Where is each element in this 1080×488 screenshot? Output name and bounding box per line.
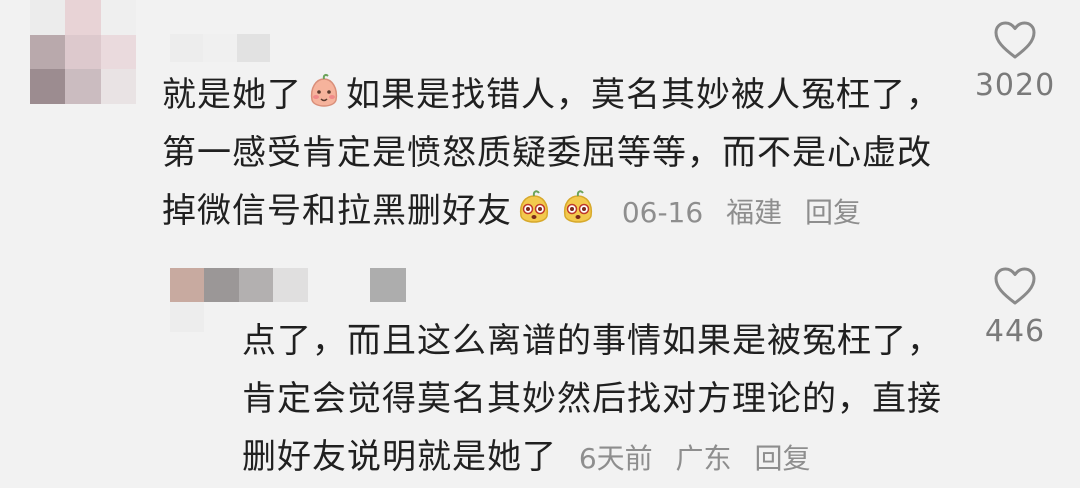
avatar[interactable] [170, 268, 206, 302]
comment-meta: 6天前 广东 回复 [579, 442, 825, 475]
reply-button[interactable]: 回复 [754, 442, 810, 475]
comment-line: 第一感受肯定是愤怒质疑委屈等等，而不是心虚改 [162, 133, 932, 173]
like-group: 3020 [960, 20, 1070, 103]
reply-button[interactable]: 回复 [805, 196, 861, 229]
username[interactable] [204, 268, 308, 302]
heart-icon[interactable] [993, 20, 1037, 60]
comment-location: 福建 [726, 196, 783, 229]
comment-line: 删好友说明就是她了 6天前 广东 回复 [242, 428, 962, 488]
blush-face-emoji [310, 74, 338, 107]
heart-icon[interactable] [993, 266, 1037, 306]
comment-date: 6天前 [578, 442, 653, 475]
comment-text: 点了，而且这么离谱的事情如果是被冤枉了， 肯定会觉得莫名其妙然后找对方理论的，直… [242, 312, 962, 488]
avatar-extra [170, 302, 204, 332]
shocked-face-emoji [519, 190, 549, 223]
like-count: 446 [984, 314, 1046, 349]
shocked-face-emoji [563, 190, 593, 223]
avatar[interactable] [30, 0, 136, 104]
username[interactable] [170, 34, 270, 62]
comment-line: 就是她了 如果是找错人，莫名其妙被人冤枉了， [162, 66, 952, 124]
comment-line: 肯定会觉得莫名其妙然后找对方理论的，直接 [242, 379, 942, 419]
comment-line: 掉微信号和拉黑删好友 06-16 福建 回复 [162, 182, 952, 242]
comment-text: 就是她了 如果是找错人，莫名其妙被人冤枉了， 第一感受肯定是愤怒质疑委屈等等，而… [162, 66, 952, 242]
comment-meta: 06-16 福建 回复 [622, 196, 875, 229]
username-extra [370, 268, 406, 302]
like-count: 3020 [974, 68, 1056, 103]
comment-location: 广东 [675, 442, 732, 475]
like-group: 446 [960, 266, 1070, 349]
comment-date: 06-16 [621, 196, 704, 229]
comment-line: 点了，而且这么离谱的事情如果是被冤枉了， [242, 321, 942, 361]
